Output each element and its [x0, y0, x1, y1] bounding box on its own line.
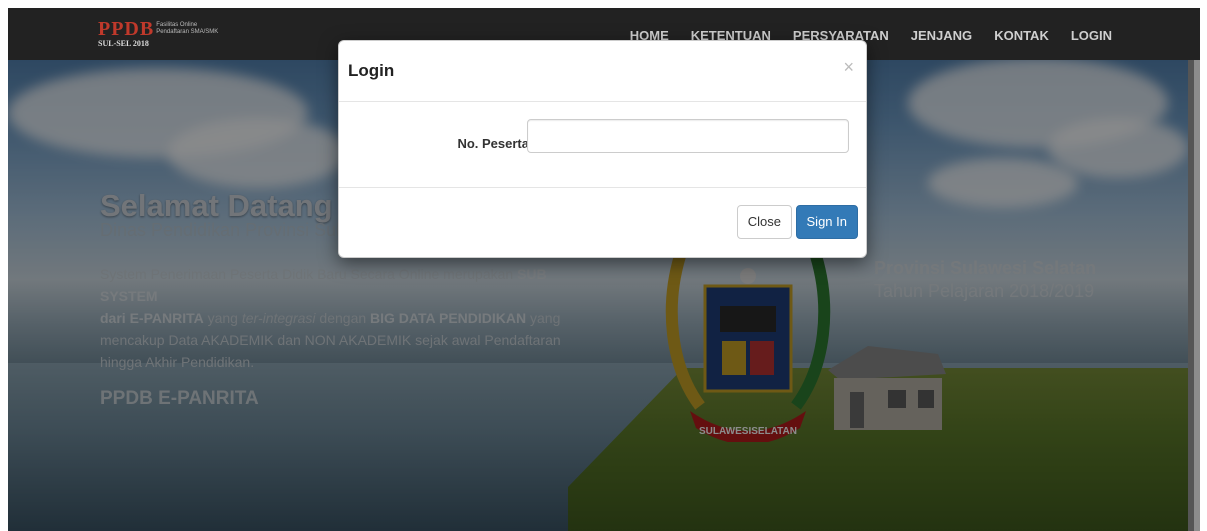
modal-header: Login ×: [339, 41, 866, 102]
sign-in-button[interactable]: Sign In: [795, 205, 858, 239]
close-icon[interactable]: ×: [843, 57, 854, 78]
no-peserta-input[interactable]: [527, 119, 849, 153]
close-button[interactable]: Close: [736, 205, 792, 239]
login-modal: Login × No. Peserta Close Sign In: [338, 40, 867, 258]
modal-title: Login: [348, 61, 395, 80]
page: Selamat Datang di P Dinas Pendidikan Pro…: [8, 8, 1200, 531]
modal-footer: Close Sign In: [339, 188, 866, 258]
nav-kontak[interactable]: KONTAK: [994, 28, 1049, 43]
modal-body: No. Peserta: [339, 102, 866, 188]
no-peserta-label: No. Peserta: [457, 136, 529, 151]
ppdb-logo[interactable]: PPDB Fasilitas Online Pendaftaran SMA/SMK …: [98, 19, 218, 48]
nav-login[interactable]: LOGIN: [1071, 28, 1112, 43]
nav-jenjang[interactable]: JENJANG: [911, 28, 972, 43]
